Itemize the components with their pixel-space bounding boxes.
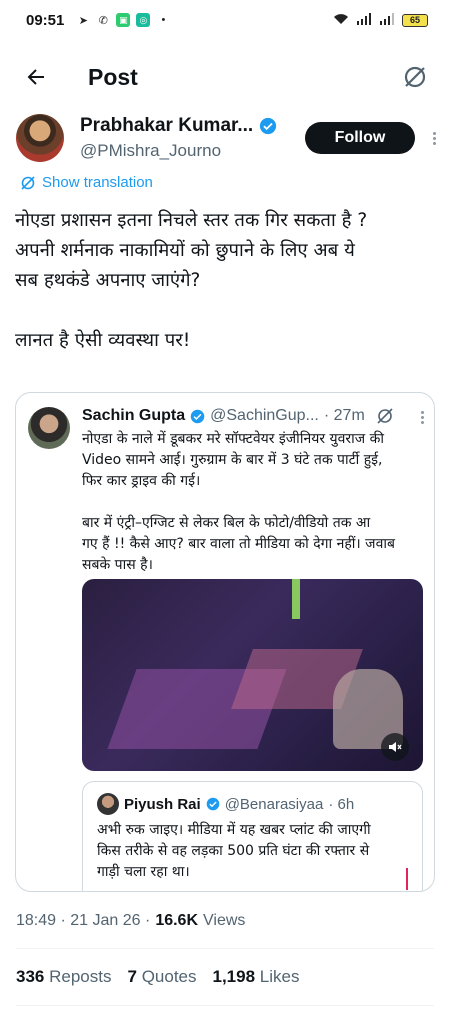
divider [16, 1005, 434, 1006]
page-title: Post [88, 63, 138, 90]
status-bar: 09:51 ➤ ✆ ▣ ◎ • 65 [0, 0, 450, 40]
quoted-time: · 27m [323, 407, 365, 424]
likes-label: Likes [259, 967, 300, 986]
quotes-count: 7 [127, 967, 137, 986]
author-row: Prabhakar Kumar... @PMishra_Journo Follo… [16, 110, 436, 166]
show-translation-label: Show translation [42, 174, 153, 191]
divider [16, 948, 434, 949]
nested-author-handle: @Benarasiyaa [224, 795, 324, 813]
signal-icon [356, 12, 372, 28]
back-button[interactable] [20, 61, 52, 93]
grok-icon [404, 66, 426, 88]
quoted-tweet-text: नोएडा के नाले में डूबकर मरे सॉफ्टवेयर इं… [82, 431, 395, 573]
more-notifications-icon: • [161, 14, 166, 26]
verified-badge-icon [206, 797, 220, 811]
reposts-stat[interactable]: 336 Reposts [16, 967, 111, 987]
notification-icons: ➤ ✆ ▣ ◎ • [76, 13, 170, 27]
follow-button[interactable]: Follow [305, 122, 415, 154]
quotes-label: Quotes [141, 967, 197, 986]
nested-time: · 6h [328, 795, 355, 813]
grok-icon[interactable] [376, 407, 394, 425]
grok-button[interactable] [400, 62, 430, 92]
author-info: Prabhakar Kumar... @PMishra_Journo [80, 115, 277, 161]
nested-tweet-text: अभी रुक जाइए। मीडिया में यह खबर प्लांट क… [97, 822, 371, 880]
arrow-left-icon [27, 69, 44, 85]
show-translation-link[interactable]: Show translation [20, 174, 153, 191]
avatar[interactable] [16, 114, 64, 162]
likes-stat[interactable]: 1,198 Likes [213, 967, 300, 987]
more-options-button[interactable] [433, 131, 436, 145]
tweet-text: नोएडा प्रशासन इतना निचले स्तर तक गिर सकत… [15, 210, 368, 351]
quoted-author-name: Sachin Gupta [82, 407, 186, 424]
video-player[interactable] [82, 579, 423, 771]
app-notification-icon-2: ◎ [136, 13, 151, 27]
battery-icon: 65 [402, 13, 428, 27]
likes-count: 1,198 [212, 967, 256, 986]
system-icons: 65 [333, 12, 428, 28]
quoted-more-button[interactable] [421, 407, 424, 424]
post-timestamp: 18:49 · 21 Jan 26 · [16, 912, 151, 929]
avatar [97, 793, 119, 815]
wifi-icon [333, 13, 349, 28]
engagement-stats: 336 Reposts 7 Quotes 1,198 Likes [16, 967, 299, 987]
speaker-muted-icon [389, 742, 402, 752]
nested-quoted-tweet[interactable]: Piyush Rai @Benarasiyaa · 6h अभी रुक जाइ… [82, 781, 423, 891]
messenger-icon: ✆ [98, 14, 108, 27]
mute-button[interactable] [381, 733, 409, 761]
author-handle[interactable]: @PMishra_Journo [80, 141, 277, 161]
reposts-label: Reposts [49, 967, 112, 986]
quotes-stat[interactable]: 7 Quotes [127, 967, 196, 987]
header: Post [0, 52, 450, 102]
telegram-icon: ➤ [78, 14, 88, 27]
verified-badge-icon [260, 117, 277, 135]
quoted-tweet-card[interactable]: Sachin Gupta @SachinGup... · 27m नोएडा क… [15, 392, 435, 892]
app-notification-icon: ▣ [116, 13, 131, 27]
more-dots-icon [433, 131, 436, 135]
reposts-count: 336 [16, 967, 45, 986]
grok-icon [21, 175, 35, 190]
verified-badge-icon [190, 409, 205, 423]
author-name[interactable]: Prabhakar Kumar... [80, 115, 253, 137]
signal-icon-2 [379, 12, 395, 28]
status-time: 09:51 [26, 11, 65, 29]
quoted-author-handle: @SachinGup... [210, 407, 319, 424]
views-count[interactable]: 16.6K [155, 912, 198, 930]
timestamp-row: 18:49 · 21 Jan 26 · 16.6K Views [16, 912, 245, 930]
views-label: Views [203, 912, 246, 929]
nested-author-name: Piyush Rai [124, 795, 201, 813]
red-mark [406, 868, 408, 890]
more-dots-icon [421, 411, 424, 414]
avatar[interactable] [28, 407, 70, 449]
